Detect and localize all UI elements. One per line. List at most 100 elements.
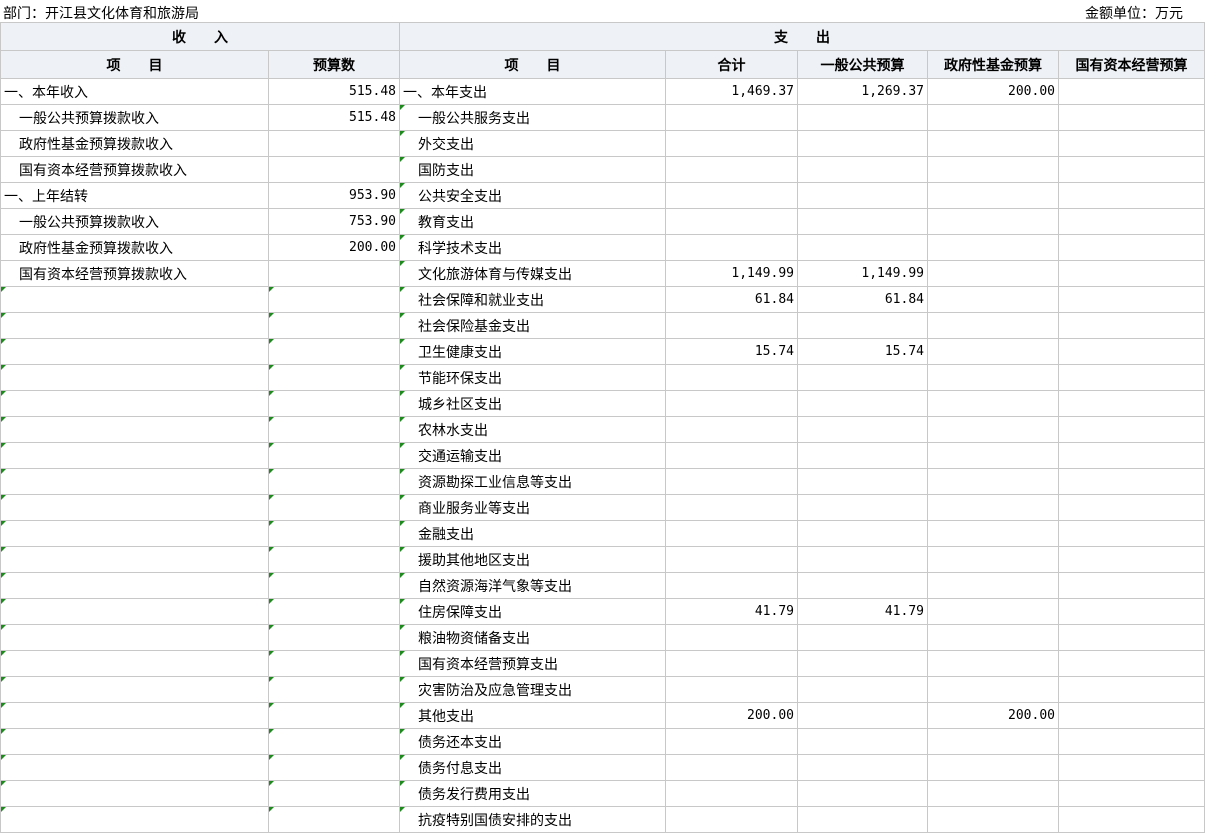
income-item-cell	[0, 624, 269, 651]
state-capital-cell	[1058, 442, 1205, 469]
expense-item-cell: 科学技术支出	[399, 234, 666, 261]
total-cell	[665, 104, 798, 131]
table-row: 国有资本经营预算支出	[0, 650, 1205, 677]
total-cell	[665, 416, 798, 443]
table-row: 灾害防治及应急管理支出	[0, 676, 1205, 703]
total-cell	[665, 234, 798, 261]
income-amount-cell	[268, 624, 400, 651]
table-row: 其他支出 200.00 200.00	[0, 702, 1205, 729]
state-capital-cell	[1058, 416, 1205, 443]
general-budget-cell	[797, 572, 928, 599]
expense-item-cell: 债务付息支出	[399, 754, 666, 781]
income-item-cell: 国有资本经营预算拨款收入	[0, 260, 269, 287]
general-budget-cell	[797, 364, 928, 391]
total-cell	[665, 676, 798, 703]
department-label: 部门：开江县文化体育和旅游局	[3, 6, 199, 22]
total-cell	[665, 520, 798, 547]
fund-budget-cell	[927, 208, 1059, 235]
income-item-header: 项 目	[0, 50, 269, 79]
income-item-cell	[0, 546, 269, 573]
expense-item-cell: 城乡社区支出	[399, 390, 666, 417]
fund-budget-cell	[927, 546, 1059, 573]
general-budget-cell	[797, 234, 928, 261]
total-cell	[665, 208, 798, 235]
table-row: 国有资本经营预算拨款收入 国防支出	[0, 156, 1205, 183]
report-header: 部门：开江县文化体育和旅游局 金额单位：万元	[0, 0, 1205, 22]
total-cell	[665, 572, 798, 599]
general-budget-cell	[797, 650, 928, 677]
income-amount-cell	[268, 520, 400, 547]
expense-item-cell: 金融支出	[399, 520, 666, 547]
income-item-cell: 一、本年收入	[0, 78, 269, 105]
general-budget-cell	[797, 780, 928, 807]
income-amount-cell	[268, 286, 400, 313]
total-cell	[665, 546, 798, 573]
table-row: 住房保障支出 41.79 41.79	[0, 598, 1205, 625]
table-row: 农林水支出	[0, 416, 1205, 443]
income-item-cell: 一般公共预算拨款收入	[0, 104, 269, 131]
fund-budget-cell: 200.00	[927, 702, 1059, 729]
total-header: 合计	[665, 50, 798, 79]
expense-item-header: 项 目	[399, 50, 666, 79]
income-item-cell	[0, 338, 269, 365]
state-capital-cell	[1058, 390, 1205, 417]
general-budget-cell	[797, 390, 928, 417]
total-cell	[665, 728, 798, 755]
table-row: 资源勘探工业信息等支出	[0, 468, 1205, 495]
income-amount-cell	[268, 442, 400, 469]
income-amount-cell	[268, 572, 400, 599]
income-item-cell	[0, 520, 269, 547]
total-cell	[665, 780, 798, 807]
income-item-cell	[0, 364, 269, 391]
expense-item-cell: 文化旅游体育与传媒支出	[399, 260, 666, 287]
state-capital-cell	[1058, 494, 1205, 521]
income-amount-cell	[268, 260, 400, 287]
state-capital-cell	[1058, 130, 1205, 157]
income-amount-cell	[268, 390, 400, 417]
budget-table: 收 入 支 出 项 目 预算数 项 目 合计 一般公共预算 政府性基金预算 国有…	[0, 22, 1205, 833]
table-row: 社会保险基金支出	[0, 312, 1205, 339]
general-budget-cell: 41.79	[797, 598, 928, 625]
income-item-cell	[0, 650, 269, 677]
table-row: 一、本年收入 515.48 一、本年支出 1,469.37 1,269.37 200.00	[0, 78, 1205, 105]
state-capital-cell	[1058, 650, 1205, 677]
fund-budget-cell	[927, 494, 1059, 521]
table-row: 一般公共预算拨款收入 515.48 一般公共服务支出	[0, 104, 1205, 131]
table-row: 一、上年结转 953.90 公共安全支出	[0, 182, 1205, 209]
income-item-cell: 国有资本经营预算拨款收入	[0, 156, 269, 183]
table-row: 债务还本支出	[0, 728, 1205, 755]
general-budget-cell	[797, 312, 928, 339]
fund-budget-cell	[927, 520, 1059, 547]
general-budget-cell	[797, 442, 928, 469]
fund-budget-cell	[927, 182, 1059, 209]
general-budget-cell	[797, 416, 928, 443]
general-budget-cell: 15.74	[797, 338, 928, 365]
expense-item-cell: 抗疫特别国债安排的支出	[399, 806, 666, 833]
expense-group-header: 支 出	[399, 22, 1205, 51]
total-cell	[665, 494, 798, 521]
income-item-cell	[0, 416, 269, 443]
table-row: 粮油物资储备支出	[0, 624, 1205, 651]
fund-budget-cell	[927, 442, 1059, 469]
income-item-cell	[0, 312, 269, 339]
general-budget-cell	[797, 520, 928, 547]
income-item-cell: 政府性基金预算拨款收入	[0, 130, 269, 157]
table-row: 卫生健康支出 15.74 15.74	[0, 338, 1205, 365]
general-budget-cell	[797, 182, 928, 209]
fund-budget-cell	[927, 338, 1059, 365]
general-budget-cell	[797, 494, 928, 521]
general-budget-cell: 61.84	[797, 286, 928, 313]
general-budget-cell	[797, 728, 928, 755]
state-capital-cell	[1058, 338, 1205, 365]
expense-item-cell: 住房保障支出	[399, 598, 666, 625]
fund-budget-cell	[927, 390, 1059, 417]
state-capital-cell	[1058, 234, 1205, 261]
total-cell: 200.00	[665, 702, 798, 729]
total-cell	[665, 442, 798, 469]
income-amount-cell	[268, 546, 400, 573]
fund-budget-cell	[927, 650, 1059, 677]
state-capital-cell	[1058, 78, 1205, 105]
state-capital-cell	[1058, 572, 1205, 599]
income-item-cell	[0, 728, 269, 755]
state-capital-cell	[1058, 156, 1205, 183]
